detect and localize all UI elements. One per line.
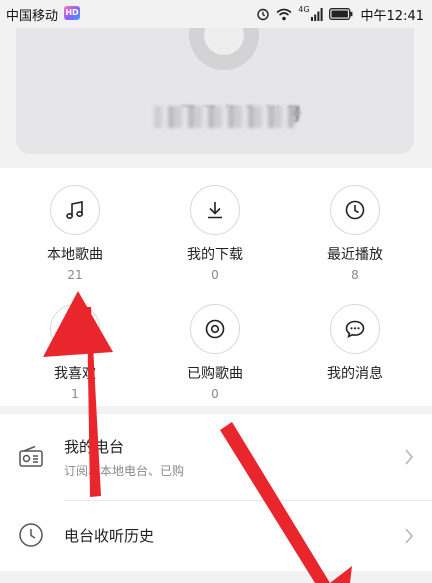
grid-label: 已购歌曲 [187,366,243,382]
grid-label: 本地歌曲 [47,247,103,263]
list-title: 我的电台 [64,438,125,456]
list-item-radio-history[interactable]: 电台收听历史 [0,501,432,571]
profile-card[interactable]: 登录华为帐号 [16,28,414,154]
hd-badge-icon: HD [64,6,80,20]
alarm-icon [257,8,269,21]
redacted-mask [154,106,294,128]
grid-item-purchased[interactable]: 已购歌曲 0 [155,304,275,401]
wifi-icon [276,8,292,20]
login-prompt[interactable]: 登录华为帐号 [146,88,306,130]
grid-label: 我喜欢 [54,366,96,382]
list-subtitle: 订阅、本地电台、已购 [64,464,185,478]
status-bar: 中国移动 HD 4G 中午12:41 [0,0,432,28]
carrier-name: 中国移动 [6,9,59,24]
grid-count: 1 [71,387,79,401]
signal-icon [310,7,323,21]
bottom-divider [0,571,432,583]
grid-item-favorites[interactable]: 我喜欢 1 [15,304,135,401]
disc-icon [190,304,240,354]
chevron-right-icon [405,528,413,544]
chat-bubble-icon [330,304,380,354]
grid-label: 我的消息 [327,366,383,382]
grid-item-local-songs[interactable]: 本地歌曲 21 [15,185,135,282]
grid-count: 8 [351,268,359,282]
menu-list: 我的电台 订阅、本地电台、已购 电台收听历史 [0,414,432,583]
network-type: 4G [298,4,310,14]
grid-count: 0 [211,268,219,282]
history-clock-icon [18,522,44,548]
list-item-my-radio[interactable]: 我的电台 订阅、本地电台、已购 [0,414,432,500]
status-icons: 4G 中午12:41 [256,4,424,24]
avatar[interactable] [189,28,259,70]
list-title: 电台收听历史 [64,527,155,545]
battery-icon [328,8,352,20]
music-note-icon [50,185,100,235]
grid-count: 21 [67,268,83,282]
grid-label: 我的下载 [187,247,243,263]
grid-item-messages[interactable]: 我的消息 [295,304,415,387]
clock-icon [330,185,380,235]
grid-item-downloads[interactable]: 我的下载 0 [155,185,275,282]
grid-label: 最近播放 [327,247,383,263]
grid-count: 0 [211,387,219,401]
radio-icon [18,444,44,470]
download-icon [190,185,240,235]
feature-grid: 本地歌曲 21 我的下载 0 最近播放 8 我喜欢 1 已购歌曲 0 我的消息 [0,168,432,406]
grid-item-recent[interactable]: 最近播放 8 [295,185,415,282]
status-time: 中午12:41 [360,8,424,24]
chevron-right-icon [405,449,413,465]
heart-icon [50,304,100,354]
